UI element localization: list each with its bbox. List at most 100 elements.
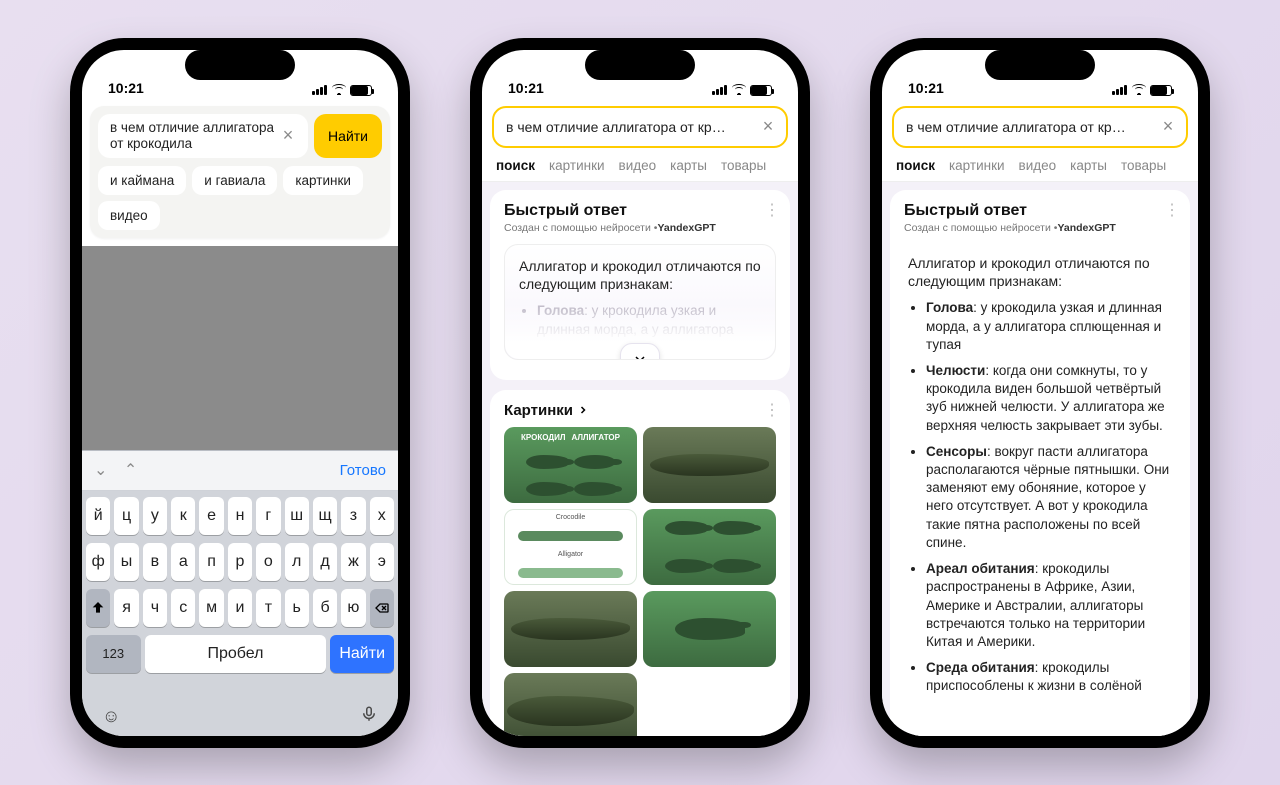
status-icons — [712, 85, 772, 96]
image-result[interactable]: Crocodile Alligator — [504, 509, 637, 585]
tab-goods[interactable]: товары — [721, 158, 766, 173]
key[interactable]: д — [313, 543, 337, 581]
more-icon[interactable]: ⋮ — [764, 200, 780, 220]
clear-icon[interactable]: × — [758, 117, 778, 137]
key[interactable]: ж — [341, 543, 365, 581]
image-result[interactable] — [643, 591, 776, 667]
key[interactable]: к — [171, 497, 195, 535]
tab-search[interactable]: поиск — [496, 158, 535, 173]
more-icon[interactable]: ⋮ — [1164, 200, 1180, 220]
battery-icon — [350, 85, 372, 96]
status-time: 10:21 — [908, 80, 944, 96]
key[interactable]: х — [370, 497, 394, 535]
search-input[interactable]: в чем отличие аллигатора от крокодила × — [98, 114, 308, 158]
key[interactable]: я — [114, 589, 138, 627]
answer-box: Аллигатор и крокодил отличаются по следу… — [504, 244, 776, 360]
key[interactable]: м — [199, 589, 223, 627]
shift-key[interactable] — [86, 589, 110, 627]
answer-box: Аллигатор и крокодил отличаются по следу… — [904, 244, 1176, 696]
space-key[interactable]: Пробел — [145, 635, 327, 673]
keyboard-search-key[interactable]: Найти — [330, 635, 394, 673]
key[interactable]: п — [199, 543, 223, 581]
suggestion-chip[interactable]: картинки — [283, 166, 363, 195]
expand-button[interactable] — [620, 343, 660, 360]
key[interactable]: ц — [114, 497, 138, 535]
tab-video[interactable]: видео — [1019, 158, 1057, 173]
dimmed-background — [82, 246, 398, 450]
key[interactable]: а — [171, 543, 195, 581]
key-row-4: 123 Пробел Найти — [86, 635, 394, 673]
key[interactable]: ч — [143, 589, 167, 627]
keyboard-toolbar: ☺ — [82, 698, 398, 736]
image-result[interactable] — [504, 673, 637, 736]
tab-images[interactable]: картинки — [549, 158, 605, 173]
key[interactable]: у — [143, 497, 167, 535]
suggestion-chips: и каймана и гавиала картинки видео — [98, 166, 382, 230]
suggestion-chip[interactable]: и гавиала — [192, 166, 277, 195]
image-result[interactable] — [643, 427, 776, 503]
key-row-3: я ч с м и т ь б ю — [86, 589, 394, 627]
quick-answer-subtitle: Создан с помощью нейросети •YandexGPT — [904, 222, 1176, 234]
key[interactable]: л — [285, 543, 309, 581]
tab-search[interactable]: поиск — [896, 158, 935, 173]
key[interactable]: ф — [86, 543, 110, 581]
image-result[interactable] — [504, 591, 637, 667]
key[interactable]: э — [370, 543, 394, 581]
emoji-icon[interactable]: ☺ — [102, 706, 120, 727]
results-content[interactable]: ⋮ Быстрый ответ Создан с помощью нейросе… — [482, 182, 798, 736]
key[interactable]: щ — [313, 497, 337, 535]
answer-bullet: Ареал обитания: крокодилы распространены… — [926, 560, 1172, 651]
tab-maps[interactable]: карты — [670, 158, 707, 173]
key[interactable]: з — [341, 497, 365, 535]
key[interactable]: и — [228, 589, 252, 627]
key[interactable]: н — [228, 497, 252, 535]
results-content[interactable]: ⋮ Быстрый ответ Создан с помощью нейросе… — [882, 182, 1198, 736]
clear-icon[interactable]: × — [278, 126, 298, 146]
key[interactable]: в — [143, 543, 167, 581]
chevron-right-icon — [577, 404, 589, 416]
key[interactable]: е — [199, 497, 223, 535]
key[interactable]: б — [313, 589, 337, 627]
image-result[interactable] — [643, 509, 776, 585]
status-time: 10:21 — [108, 80, 144, 96]
battery-icon — [1150, 85, 1172, 96]
answer-bullet: Голова: у крокодила узкая и длинная морд… — [926, 299, 1172, 354]
key[interactable]: ш — [285, 497, 309, 535]
answer-bullets: Голова: у крокодила узкая и длинная морд… — [908, 299, 1172, 695]
wifi-icon — [332, 85, 346, 95]
tab-maps[interactable]: карты — [1070, 158, 1107, 173]
search-input[interactable]: в чем отличие аллигатора от кр… × — [892, 106, 1188, 148]
suggestion-chip[interactable]: и каймана — [98, 166, 186, 195]
key[interactable]: й — [86, 497, 110, 535]
clear-icon[interactable]: × — [1158, 117, 1178, 137]
phone-results-expanded: 10:21 в чем отличие аллигатора от кр… × … — [870, 38, 1210, 748]
search-input[interactable]: в чем отличие аллигатора от кр… × — [492, 106, 788, 148]
backspace-key[interactable] — [370, 589, 394, 627]
tab-goods[interactable]: товары — [1121, 158, 1166, 173]
key[interactable]: р — [228, 543, 252, 581]
key[interactable]: ы — [114, 543, 138, 581]
answer-intro: Аллигатор и крокодил отличаются по следу… — [519, 257, 761, 295]
images-title[interactable]: Картинки — [504, 402, 776, 419]
more-icon[interactable]: ⋮ — [764, 400, 780, 420]
mic-icon[interactable] — [360, 705, 378, 728]
key[interactable]: о — [256, 543, 280, 581]
keyboard-done-button[interactable]: Готово — [340, 462, 386, 479]
key[interactable]: с — [171, 589, 195, 627]
tab-video[interactable]: видео — [619, 158, 657, 173]
numbers-key[interactable]: 123 — [86, 635, 141, 673]
image-result[interactable]: КРОКОДИЛАЛЛИГАТОР — [504, 427, 637, 503]
find-button[interactable]: Найти — [314, 114, 382, 158]
notch — [585, 50, 695, 80]
prev-next-chevrons[interactable]: ⌄ ⌃ — [94, 460, 143, 480]
wifi-icon — [1132, 85, 1146, 95]
phone-keyboard-view: 10:21 в чем отличие аллигатора от крокод… — [70, 38, 410, 748]
tab-images[interactable]: картинки — [949, 158, 1005, 173]
suggestion-chip[interactable]: видео — [98, 201, 160, 230]
status-time: 10:21 — [508, 80, 544, 96]
key[interactable]: ь — [285, 589, 309, 627]
key[interactable]: г — [256, 497, 280, 535]
key[interactable]: ю — [341, 589, 365, 627]
key[interactable]: т — [256, 589, 280, 627]
signal-icon — [1112, 85, 1128, 95]
